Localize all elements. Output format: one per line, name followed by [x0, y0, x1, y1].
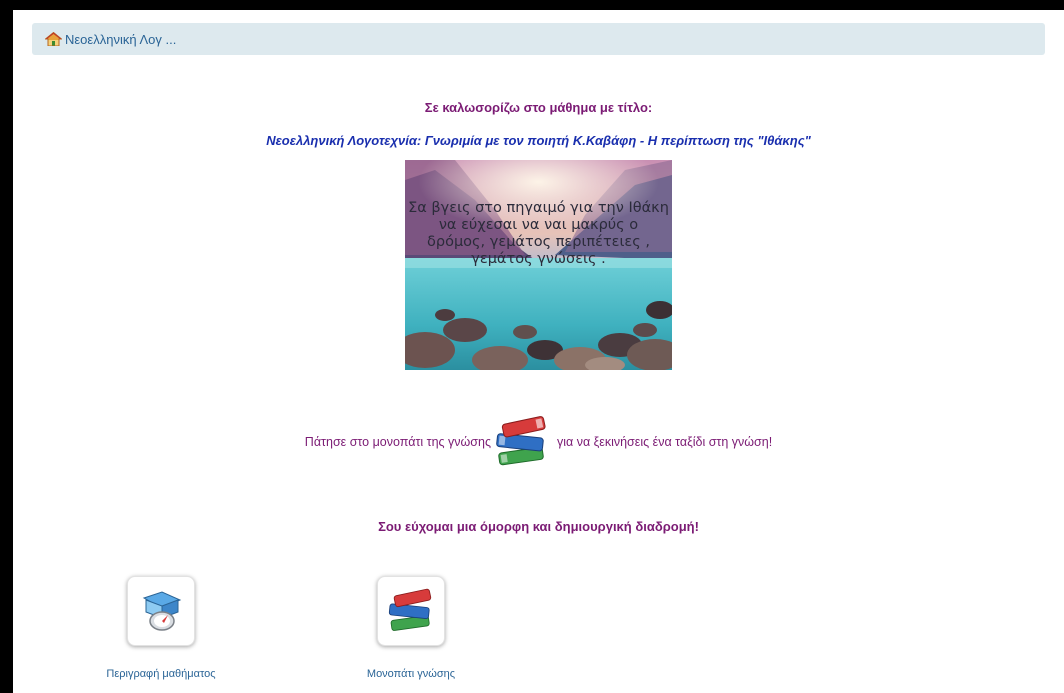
- poem-line: γεμάτος γνώσεις .: [471, 251, 606, 267]
- welcome-text: Σε καλωσορίζω στο μάθημα με τίτλο:: [424, 100, 653, 115]
- poem-line: Σα βγεις στο πηγαιμό για την Ιθάκη: [408, 200, 669, 216]
- course-description-label[interactable]: Περιγραφή μαθήματος: [106, 668, 216, 680]
- page-content: Νεοελληνική Λογ ... Σε καλωσορίζω στο μά…: [13, 10, 1064, 693]
- home-icon[interactable]: [45, 32, 62, 46]
- course-description-button[interactable]: [127, 576, 195, 646]
- knowledge-path-button[interactable]: [377, 576, 445, 646]
- compass-map-icon: [142, 591, 182, 631]
- knowledge-path-tile[interactable]: Μονοπάτι γνώσης: [356, 576, 466, 680]
- breadcrumb: Νεοελληνική Λογ ...: [32, 23, 1045, 55]
- books-icon: [388, 588, 432, 631]
- breadcrumb-course-link[interactable]: Νεοελληνική Λογ ...: [65, 32, 176, 47]
- wish-text: Σου εύχομαι μια όμορφη και δημιουργική δ…: [378, 519, 699, 534]
- path-text-before: Πάτησε στο μονοπάτι της γνώσης: [304, 435, 491, 449]
- hero-image: Σα βγεις στο πηγαιμό για την Ιθάκη να εύ…: [405, 160, 672, 370]
- course-title: Νεοελληνική Λογοτεχνία: Γνωριμία με τον …: [266, 133, 811, 148]
- knowledge-path-line: Πάτησε στο μονοπάτι της γνώσης για να ξε…: [13, 414, 1064, 470]
- poem-line: να εύχεσαι να ναι μακρύς ο: [438, 217, 639, 233]
- path-text-after: για να ξεκινήσεις ένα ταξίδι στη γνώση!: [556, 435, 773, 449]
- hero-poem-text: Σα βγεις στο πηγαιμό για την Ιθάκη να εύ…: [405, 200, 672, 268]
- books-icon[interactable]: [493, 414, 551, 470]
- course-description-tile[interactable]: Περιγραφή μαθήματος: [106, 576, 216, 680]
- knowledge-path-label[interactable]: Μονοπάτι γνώσης: [356, 668, 466, 680]
- poem-line: δρόμος, γεμάτος περιπέτειες ,: [427, 234, 650, 250]
